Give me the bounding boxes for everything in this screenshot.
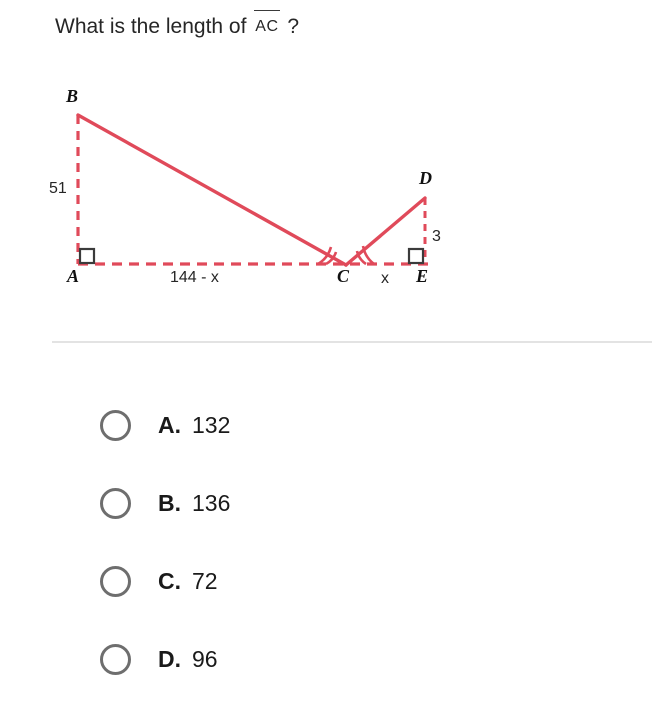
answer-option-a[interactable]: A. 132 bbox=[0, 386, 652, 464]
measure-label-ac: 144 - x bbox=[170, 269, 219, 286]
option-letter-d: D. bbox=[158, 645, 181, 672]
question-suffix: ? bbox=[287, 15, 300, 38]
option-letter-a: A. bbox=[158, 411, 181, 438]
measure-label-ab: 51 bbox=[49, 180, 67, 197]
geometry-svg bbox=[76, 113, 432, 267]
option-value-b: 136 bbox=[192, 489, 231, 516]
section-divider bbox=[52, 341, 652, 343]
radio-button-c[interactable] bbox=[100, 565, 131, 597]
option-letter-c: C. bbox=[158, 567, 181, 594]
question-prefix: What is the length of bbox=[55, 15, 247, 38]
vertex-label-d: D bbox=[419, 168, 432, 188]
option-letter-b: B. bbox=[158, 489, 181, 516]
vertex-label-c: C bbox=[337, 266, 350, 286]
geometry-figure: B A C D E 51 144 - x x 3 bbox=[0, 72, 652, 302]
answer-option-b[interactable]: B. 136 bbox=[0, 464, 652, 542]
right-angle-marker-a bbox=[78, 247, 96, 265]
radio-button-d[interactable] bbox=[100, 643, 131, 675]
measure-label-ce: x bbox=[381, 270, 389, 287]
answer-options-list: A. 132 B. 136 C. 72 D. 96 bbox=[0, 386, 652, 698]
vertex-label-a: A bbox=[67, 266, 80, 286]
segment-ac-label: AC bbox=[254, 10, 280, 42]
vertex-label-b: B bbox=[66, 86, 79, 106]
radio-button-a[interactable] bbox=[100, 409, 131, 441]
question-text: What is the length of AC ? bbox=[55, 10, 625, 44]
angle-arc-dce-outer bbox=[361, 245, 375, 266]
option-value-c: 72 bbox=[192, 567, 218, 594]
segment-bc-solid bbox=[76, 113, 348, 267]
answer-option-c[interactable]: C. 72 bbox=[0, 542, 652, 620]
vertex-label-e: E bbox=[416, 266, 429, 286]
option-value-d: 96 bbox=[192, 645, 218, 672]
option-value-a: 132 bbox=[192, 411, 231, 438]
measure-label-de: 3 bbox=[432, 228, 441, 245]
answer-option-d[interactable]: D. 96 bbox=[0, 620, 652, 698]
radio-button-b[interactable] bbox=[100, 487, 131, 519]
right-angle-marker-e bbox=[407, 247, 425, 265]
